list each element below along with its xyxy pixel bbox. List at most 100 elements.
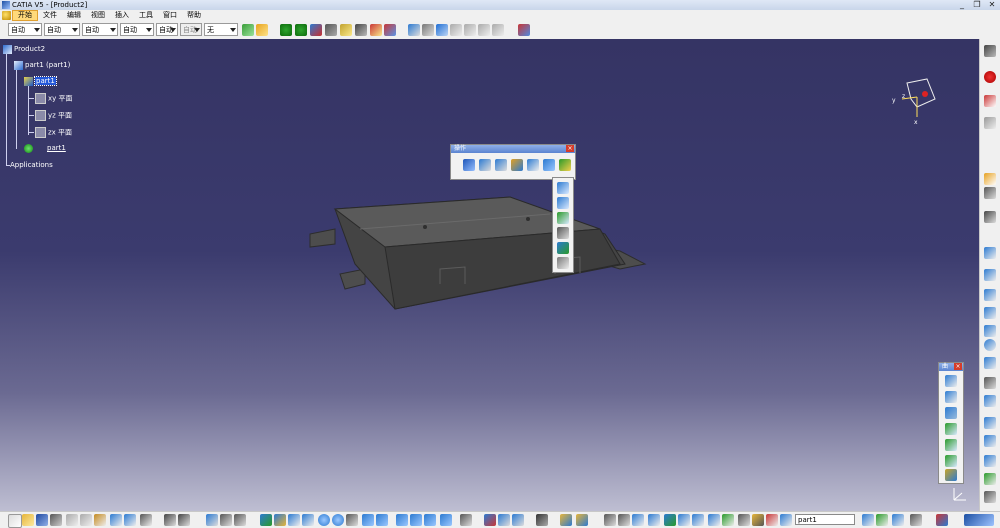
swap-visible-space-icon[interactable]	[440, 514, 452, 526]
restore-button[interactable]: ❐	[971, 0, 983, 9]
menu-view[interactable]: 视图	[86, 10, 110, 21]
symmetry-icon[interactable]	[557, 212, 569, 224]
camera-icon[interactable]	[220, 514, 232, 526]
line-thickness-combo[interactable]: 自动	[82, 23, 118, 36]
multi-view-icon[interactable]	[362, 514, 374, 526]
tree-node-body[interactable]: part1	[24, 143, 66, 153]
minimize-button[interactable]: _	[956, 0, 968, 9]
pad-icon[interactable]	[984, 117, 996, 129]
tree-node-yz-plane[interactable]: yz 平面	[35, 110, 72, 121]
boundary-icon[interactable]	[543, 159, 555, 171]
point-type-combo[interactable]: 自动	[156, 23, 178, 36]
line-type-combo[interactable]: 自动	[120, 23, 154, 36]
menu-insert[interactable]: 插入	[110, 10, 134, 21]
close-icon[interactable]: ×	[954, 363, 962, 370]
isometric-view-icon[interactable]	[376, 514, 388, 526]
tools-icon[interactable]	[752, 514, 764, 526]
rendering-style-combo[interactable]: 无	[204, 23, 238, 36]
command-icon[interactable]	[780, 514, 792, 526]
blend-surface-icon[interactable]	[945, 469, 957, 481]
menu-tools[interactable]: 工具	[134, 10, 158, 21]
light-analysis-icon[interactable]	[708, 514, 720, 526]
tree-node-part[interactable]: part1	[24, 76, 57, 86]
tree-node-applications[interactable]: Applications	[10, 160, 53, 170]
formula-fx-icon[interactable]	[164, 514, 176, 526]
constraint-icon[interactable]	[355, 24, 367, 36]
publication-icon[interactable]	[518, 24, 530, 36]
layer-filter-icon[interactable]	[892, 514, 904, 526]
normal-view-alt-icon[interactable]	[460, 514, 472, 526]
open-folder-icon[interactable]	[22, 514, 34, 526]
comment-icon[interactable]	[178, 514, 190, 526]
fullscreen-icon[interactable]	[910, 514, 922, 526]
surfaces-panel-title[interactable]: 曲 ×	[939, 363, 963, 371]
intersection-icon[interactable]	[984, 289, 996, 301]
connect-checker-icon[interactable]	[678, 514, 690, 526]
tree-node-xy-plane[interactable]: xy 平面	[35, 93, 73, 104]
publish-icon[interactable]	[936, 514, 948, 526]
polyline-icon[interactable]	[984, 377, 996, 389]
menu-start[interactable]: 开始	[12, 10, 38, 21]
paste-icon[interactable]	[94, 514, 106, 526]
hand-icon[interactable]	[618, 514, 630, 526]
porcupine-icon[interactable]	[722, 514, 734, 526]
close-window-button[interactable]: ✕	[986, 0, 998, 9]
split-icon[interactable]	[527, 159, 539, 171]
zoom-out-icon[interactable]	[332, 514, 344, 526]
3d-curve-icon[interactable]	[984, 473, 996, 485]
line-icon[interactable]	[984, 211, 996, 223]
fit-all-icon[interactable]	[274, 514, 286, 526]
analysis-icon[interactable]	[984, 491, 996, 503]
move-icon[interactable]	[280, 24, 292, 36]
3d-viewport[interactable]: Product2 part1 (part1) part1 xy 平面 yz 平面…	[0, 39, 979, 511]
draft-analysis-icon[interactable]	[692, 514, 704, 526]
translate-icon[interactable]	[511, 159, 523, 171]
helix-icon[interactable]	[984, 435, 996, 447]
explode-icon[interactable]	[310, 24, 322, 36]
axis-to-axis-icon[interactable]	[557, 257, 569, 269]
undo-icon[interactable]	[110, 514, 122, 526]
select-icon[interactable]	[984, 173, 996, 185]
circle-icon[interactable]	[984, 339, 996, 351]
check-icon[interactable]	[492, 24, 504, 36]
cut-icon[interactable]	[66, 514, 78, 526]
menu-file[interactable]: 文件	[38, 10, 62, 21]
new-file-icon[interactable]	[8, 514, 22, 528]
extract-icon[interactable]	[463, 159, 475, 171]
manipulation-icon[interactable]	[325, 24, 337, 36]
transparency-combo[interactable]: 自动	[44, 23, 80, 36]
render-icon[interactable]	[876, 514, 888, 526]
menu-window[interactable]: 窗口	[158, 10, 182, 21]
zoom-in-icon[interactable]	[318, 514, 330, 526]
exit-icon[interactable]	[984, 71, 996, 83]
navigation-icon[interactable]	[862, 514, 874, 526]
tree-node-product2[interactable]: Product2	[3, 44, 45, 54]
stop-manipulate-icon[interactable]	[340, 24, 352, 36]
formula-icon[interactable]	[450, 24, 462, 36]
compass-widget[interactable]: y z x	[887, 77, 947, 127]
menu-edit[interactable]: 编辑	[62, 10, 86, 21]
fill-color-combo[interactable]: 自动	[8, 23, 42, 36]
law-icon[interactable]	[464, 24, 476, 36]
projection-icon[interactable]	[984, 269, 996, 281]
fix-component-icon[interactable]	[370, 24, 382, 36]
point-icon[interactable]	[984, 187, 996, 199]
sketch-tracer-icon[interactable]	[576, 514, 588, 526]
affinity-icon[interactable]	[557, 242, 569, 254]
join-icon[interactable]	[479, 159, 491, 171]
catalog-browser-icon[interactable]	[560, 514, 572, 526]
snap-icon[interactable]	[295, 24, 307, 36]
compare-icon[interactable]	[766, 514, 778, 526]
plane-create-icon[interactable]	[984, 247, 996, 259]
clash-icon[interactable]	[512, 514, 524, 526]
transform-sub-toolbar[interactable]	[552, 177, 574, 273]
translation-icon[interactable]	[557, 182, 569, 194]
command-input[interactable]: part1	[795, 514, 855, 525]
workbench-icon[interactable]	[984, 45, 996, 57]
tree-node-zx-plane[interactable]: zx 平面	[35, 127, 72, 138]
surface-analysis-icon[interactable]	[632, 514, 644, 526]
parallel-curve-icon[interactable]	[984, 307, 996, 319]
fillet-icon[interactable]	[495, 159, 507, 171]
print-icon[interactable]	[50, 514, 62, 526]
spiral-icon[interactable]	[984, 455, 996, 467]
